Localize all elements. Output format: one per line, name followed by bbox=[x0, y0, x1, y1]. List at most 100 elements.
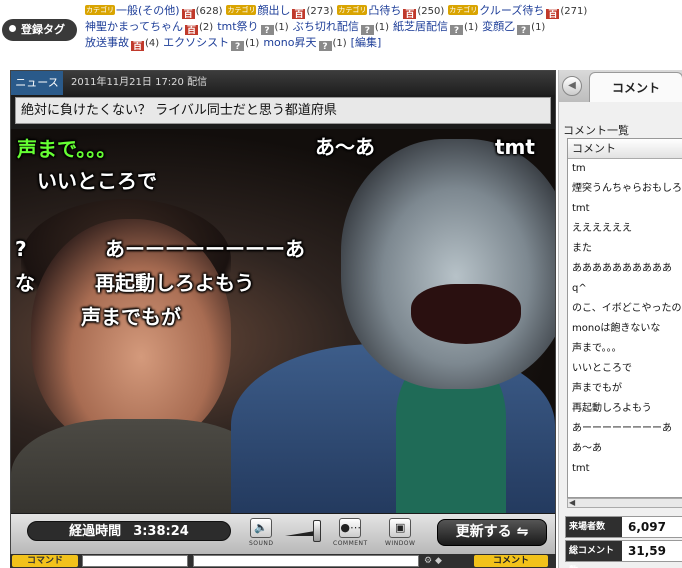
tag-count: (1) bbox=[332, 38, 347, 49]
command-input[interactable] bbox=[82, 555, 188, 567]
encyclopedia-icon[interactable]: 百 bbox=[181, 9, 195, 19]
comment-row[interactable]: q^ bbox=[568, 279, 682, 299]
comment-row[interactable]: monoは飽きないな bbox=[568, 319, 682, 339]
overlay-comment: あ～あ bbox=[315, 135, 375, 159]
tag-item[interactable]: tmt祭り? (1) bbox=[217, 19, 289, 35]
comment-row[interactable]: tmt bbox=[568, 199, 682, 219]
encyclopedia-missing-icon[interactable]: ? bbox=[318, 41, 332, 51]
comment-row[interactable]: あーーーーーーーーあ bbox=[568, 419, 682, 439]
tag-item[interactable]: エクソシスト? (1) bbox=[163, 35, 259, 51]
comment-row[interactable]: また bbox=[568, 239, 682, 259]
encyclopedia-missing-icon[interactable]: ? bbox=[260, 25, 274, 35]
tag-item[interactable]: 紙芝居配信? (1) bbox=[393, 19, 478, 35]
sound-control[interactable]: 🔈 SOUND bbox=[249, 518, 274, 547]
tag-line: 神聖かまってちゃん百 (2) tmt祭り? (1) ぶち切れ配信? (1) 紙芝居配信? (1… bbox=[85, 19, 682, 35]
command-label: コマンド bbox=[12, 555, 78, 567]
tag-name-link[interactable]: 変顔乙 bbox=[482, 20, 515, 33]
tag-name-link[interactable]: ぶち切れ配信 bbox=[293, 20, 359, 33]
category-badge: カテゴリ bbox=[337, 5, 368, 15]
player-controls: 経過時間 3:38:24 🔈 SOUND ●⋯ COMMENT ▣ WINDOW … bbox=[11, 514, 555, 554]
window-toggle[interactable]: ▣ WINDOW bbox=[385, 518, 415, 547]
tag-count: (2) bbox=[199, 22, 214, 33]
refresh-icon: ⇋ bbox=[516, 524, 529, 540]
news-title[interactable]: 絶対に負けたくない？ ライバル同士だと思う都道府県 bbox=[15, 97, 551, 124]
tag-item[interactable]: カテゴリ 顔出し百 (273) bbox=[226, 3, 333, 19]
volume-slider-handle[interactable] bbox=[313, 520, 321, 542]
tag-name-link[interactable]: エクソシスト bbox=[163, 36, 229, 49]
tag-item[interactable]: ぶち切れ配信? (1) bbox=[293, 19, 389, 35]
encyclopedia-icon[interactable]: 百 bbox=[292, 9, 306, 19]
back-arrow-icon[interactable]: ◀ bbox=[562, 76, 582, 96]
tag-name-link[interactable]: 顔出し bbox=[257, 4, 290, 17]
edit-tags-link[interactable]: [編集] bbox=[351, 36, 382, 49]
tag-item[interactable]: mono昇天? (1) bbox=[263, 35, 347, 51]
comment-caption: COMMENT bbox=[333, 540, 368, 547]
tag-name-link[interactable]: 放送事故 bbox=[85, 36, 129, 49]
encyclopedia-missing-icon[interactable]: ? bbox=[517, 25, 531, 35]
encyclopedia-icon[interactable]: 百 bbox=[546, 9, 560, 19]
tag-count: (1) bbox=[374, 22, 389, 33]
refresh-button[interactable]: 更新する ⇋ bbox=[437, 519, 547, 546]
settings-icon[interactable]: ⚙ bbox=[424, 556, 432, 566]
comment-row[interactable]: いいところで bbox=[568, 359, 682, 379]
comment-list[interactable]: コメント tm 煙突うんちゃらおもしろ tmt ええええええ また ああああああああああ q… bbox=[567, 138, 682, 498]
twitter-icon[interactable]: ◆ bbox=[435, 556, 442, 566]
speaker-icon[interactable]: 🔈 bbox=[250, 518, 273, 538]
video-screen[interactable]: 声まで。。。 あ～あ tmt いいところで ? あーーーーーーーーあ な 再起動… bbox=[11, 129, 555, 513]
category-badge: カテゴリ bbox=[85, 5, 115, 15]
overlay-comment: いいところで bbox=[37, 169, 157, 193]
overlay-comment: 再起動しろよもう bbox=[95, 271, 255, 295]
news-tab[interactable]: ニュース bbox=[11, 71, 63, 95]
tag-name-link[interactable]: 凸待ち bbox=[368, 4, 401, 17]
comment-row[interactable]: tmt bbox=[568, 459, 682, 479]
scroll-left-icon[interactable]: ◀ bbox=[569, 499, 575, 507]
visitors-row: 来場者数 6,097 bbox=[565, 516, 682, 538]
registered-tags-label: 登録タグ bbox=[2, 19, 77, 41]
comment-toggle[interactable]: ●⋯ COMMENT bbox=[333, 518, 368, 547]
tag-name-link[interactable]: 神聖かまってちゃん bbox=[85, 20, 183, 33]
tag-count: (4) bbox=[145, 38, 160, 49]
tab-comments[interactable]: コメント bbox=[589, 72, 682, 102]
tag-count: (250) bbox=[417, 6, 445, 17]
window-icon[interactable]: ▣ bbox=[389, 518, 412, 538]
tag-count: (1) bbox=[464, 22, 479, 33]
tag-line: カテゴリ 一般(その他) 百 (628) カテゴリ 顔出し百 (273) カテゴリ 凸待ち百 (2… bbox=[85, 3, 682, 19]
comment-row[interactable]: あ～あ bbox=[568, 439, 682, 459]
encyclopedia-icon[interactable]: 百 bbox=[131, 41, 144, 51]
tag-name-link[interactable]: 紙芝居配信 bbox=[393, 20, 448, 33]
encyclopedia-missing-icon[interactable]: ? bbox=[231, 41, 245, 51]
comment-bubble-icon[interactable]: ●⋯ bbox=[339, 518, 362, 538]
comment-row[interactable]: 再起動しろよもう bbox=[568, 399, 682, 419]
tag-name-link[interactable]: 一般(その他) bbox=[116, 4, 180, 17]
tag-count: (1) bbox=[531, 22, 546, 33]
tag-item[interactable]: 神聖かまってちゃん百 (2) bbox=[85, 19, 213, 35]
horizontal-scrollbar[interactable]: ◀ bbox=[567, 498, 682, 508]
comment-row[interactable]: ええええええ bbox=[568, 219, 682, 239]
comment-row[interactable]: 声までもが bbox=[568, 379, 682, 399]
tag-item[interactable]: カテゴリ 一般(その他) 百 (628) bbox=[85, 3, 222, 19]
comment-row[interactable]: のこ、イボどこやったの bbox=[568, 299, 682, 319]
tag-name-link[interactable]: クルーズ待ち bbox=[479, 4, 544, 17]
tag-item[interactable]: カテゴリ 凸待ち百 (250) bbox=[337, 3, 444, 19]
total-comments-row: 総コメント数 31,59 bbox=[565, 540, 682, 568]
comment-row[interactable]: 声まで。。。 bbox=[568, 339, 682, 359]
total-comments-value: 31,59 bbox=[628, 544, 666, 558]
comment-input[interactable] bbox=[193, 555, 419, 567]
comment-row[interactable]: ああああああああああ bbox=[568, 259, 682, 279]
send-comment-button[interactable]: コメント bbox=[474, 555, 548, 567]
info-bar: ニュース 2011年11月21日 17:20 配信 bbox=[11, 71, 555, 95]
encyclopedia-missing-icon[interactable]: ? bbox=[450, 25, 463, 35]
tag-item[interactable]: 放送事故百 (4) bbox=[85, 35, 159, 51]
comment-column-header[interactable]: コメント bbox=[568, 139, 682, 159]
comment-row[interactable]: 煙突うんちゃらおもしろ bbox=[568, 179, 682, 199]
tag-name-link[interactable]: tmt祭り bbox=[217, 20, 258, 33]
tag-bar: 登録タグ カテゴリ 一般(その他) 百 (628) カテゴリ 顔出し百 (273) カテゴリ凸… bbox=[0, 0, 682, 64]
tag-item[interactable]: 変顔乙? (1) bbox=[482, 19, 545, 35]
form-icons[interactable]: ⚙ ◆ bbox=[424, 555, 470, 567]
tag-item[interactable]: カテゴリ クルーズ待ち百 (271) bbox=[448, 3, 587, 19]
comment-row[interactable]: tm bbox=[568, 159, 682, 179]
encyclopedia-icon[interactable]: 百 bbox=[185, 25, 199, 35]
encyclopedia-icon[interactable]: 百 bbox=[403, 9, 417, 19]
tag-name-link[interactable]: mono昇天 bbox=[263, 36, 316, 49]
encyclopedia-missing-icon[interactable]: ? bbox=[360, 25, 374, 35]
